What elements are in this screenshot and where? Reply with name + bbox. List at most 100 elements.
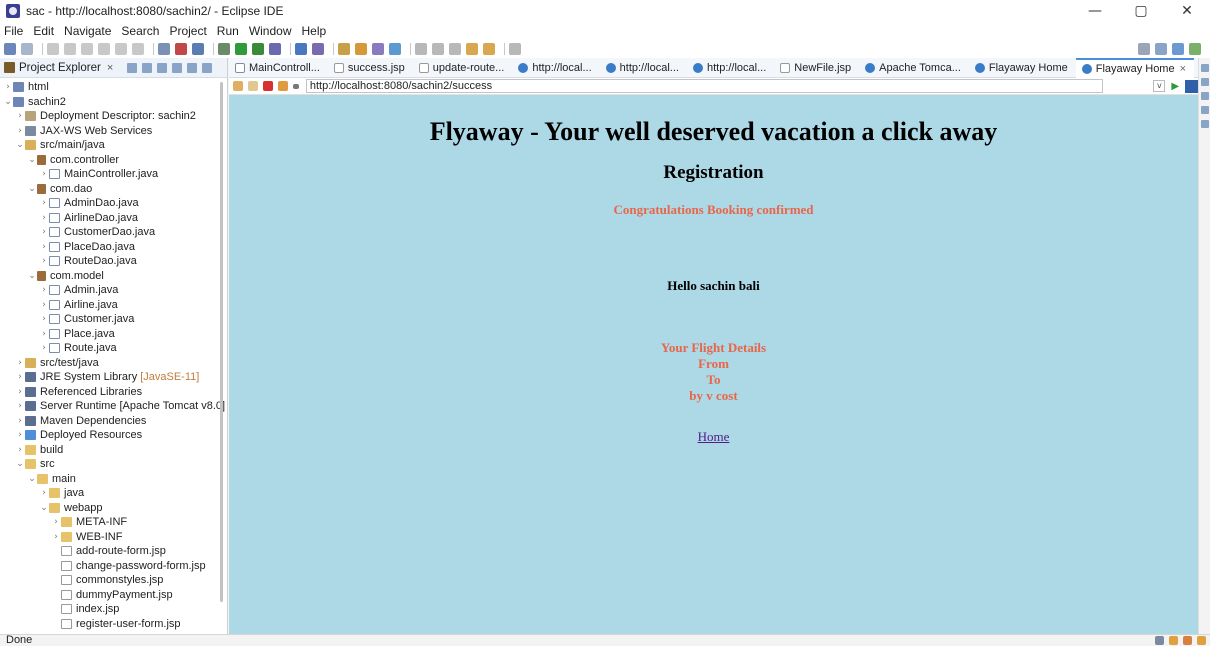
- menu-file[interactable]: File: [4, 24, 23, 38]
- editor-tab[interactable]: update-route...: [413, 58, 513, 78]
- editor-tab[interactable]: success.jsp: [328, 58, 413, 78]
- tree-item[interactable]: › WEB-INF: [0, 530, 227, 545]
- tree-item[interactable]: › html: [0, 80, 227, 95]
- chevron-down-icon[interactable]: ⌄: [15, 140, 25, 150]
- chevron-right-icon[interactable]: ›: [3, 82, 13, 92]
- tree-item[interactable]: › Airline.java: [0, 298, 227, 313]
- chevron-right-icon[interactable]: ›: [39, 285, 49, 295]
- tree-item[interactable]: › PlaceDao.java: [0, 240, 227, 255]
- chevron-right-icon[interactable]: ›: [51, 517, 61, 527]
- chevron-right-icon[interactable]: ›: [39, 343, 49, 353]
- chevron-right-icon[interactable]: ›: [39, 488, 49, 498]
- tree-scrollbar[interactable]: [220, 82, 223, 602]
- menu-window[interactable]: Window: [249, 24, 292, 38]
- tree-item[interactable]: › Referenced Libraries: [0, 385, 227, 400]
- annotation-icon[interactable]: [415, 43, 427, 55]
- search-icon[interactable]: [1138, 43, 1150, 55]
- chevron-down-icon[interactable]: [292, 83, 299, 89]
- tips-icon[interactable]: [1197, 636, 1206, 645]
- tree-item[interactable]: › src/test/java: [0, 356, 227, 371]
- home-link[interactable]: Home: [229, 429, 1198, 445]
- search-tool-icon[interactable]: [372, 43, 384, 55]
- progress-icon[interactable]: [1155, 636, 1164, 645]
- tree-item[interactable]: ⌄ com.dao: [0, 182, 227, 197]
- tree-item[interactable]: add-route-form.jsp: [0, 544, 227, 559]
- new-icon[interactable]: [4, 43, 16, 55]
- chevron-right-icon[interactable]: ›: [15, 445, 25, 455]
- chevron-right-icon[interactable]: ›: [15, 416, 25, 426]
- notification-icon[interactable]: [1169, 636, 1178, 645]
- menu-edit[interactable]: Edit: [33, 24, 54, 38]
- editor-tab[interactable]: NewFile.jsp: [774, 58, 859, 78]
- save-icon[interactable]: [21, 43, 33, 55]
- chevron-right-icon[interactable]: ›: [39, 169, 49, 179]
- chevron-right-icon[interactable]: ›: [39, 227, 49, 237]
- tree-item[interactable]: › Place.java: [0, 327, 227, 342]
- tree-item[interactable]: › Route.java: [0, 341, 227, 356]
- menu-project[interactable]: Project: [169, 24, 206, 38]
- skip-icon[interactable]: [47, 43, 59, 55]
- tree-item[interactable]: dummyPayment.jsp: [0, 588, 227, 603]
- tree-item[interactable]: › AdminDao.java: [0, 196, 227, 211]
- tree-item[interactable]: › java: [0, 486, 227, 501]
- back-icon[interactable]: [466, 43, 478, 55]
- java-ee-icon[interactable]: [1183, 636, 1192, 645]
- tree-item[interactable]: › AirlineDao.java: [0, 211, 227, 226]
- tree-item[interactable]: ⌄ src/main/java: [0, 138, 227, 153]
- stop-icon[interactable]: [262, 81, 273, 91]
- editor-tab[interactable]: http://local...: [687, 58, 774, 78]
- new-java-project-icon[interactable]: [295, 43, 307, 55]
- menu-run[interactable]: Run: [217, 24, 239, 38]
- tomcat-icon[interactable]: [175, 43, 187, 55]
- java-perspective-icon[interactable]: [1189, 43, 1201, 55]
- chevron-down-icon[interactable]: ⌄: [27, 155, 37, 165]
- chevron-right-icon[interactable]: ›: [15, 358, 25, 368]
- filter-icon[interactable]: [157, 62, 168, 73]
- terminate-icon[interactable]: [98, 43, 110, 55]
- chevron-right-icon[interactable]: ›: [51, 532, 61, 542]
- tree-item[interactable]: › RouteDao.java: [0, 254, 227, 269]
- go-icon[interactable]: ▶: [1171, 81, 1179, 92]
- chevron-down-icon[interactable]: ⌄: [3, 97, 13, 107]
- chevron-right-icon[interactable]: ›: [15, 387, 25, 397]
- back-icon[interactable]: [233, 81, 243, 91]
- view-menu-icon[interactable]: [172, 62, 183, 73]
- tree-item[interactable]: › build: [0, 443, 227, 458]
- open-perspective-icon[interactable]: [1155, 43, 1167, 55]
- collapse-all-icon[interactable]: [127, 62, 138, 73]
- url-input[interactable]: http://localhost:8080/sachin2/success: [305, 79, 1104, 93]
- refresh-icon[interactable]: [277, 81, 288, 91]
- forward-icon[interactable]: [247, 81, 258, 91]
- tree-item[interactable]: ⌄ sachin2: [0, 95, 227, 110]
- java-ee-perspective-icon[interactable]: [1172, 43, 1184, 55]
- chevron-down-icon[interactable]: ⌄: [15, 459, 25, 469]
- tree-item[interactable]: index.jsp: [0, 602, 227, 617]
- tree-item[interactable]: register-user-form.jsp: [0, 617, 227, 632]
- console-icon[interactable]: [1201, 106, 1209, 114]
- chevron-right-icon[interactable]: ›: [39, 329, 49, 339]
- chevron-right-icon[interactable]: ›: [15, 401, 25, 411]
- globe-icon[interactable]: [389, 43, 401, 55]
- new-package-icon[interactable]: [312, 43, 324, 55]
- step-into-icon[interactable]: [115, 43, 127, 55]
- open-type-icon[interactable]: [338, 43, 350, 55]
- url-history-dropdown[interactable]: v: [1153, 80, 1166, 92]
- link-editor-icon[interactable]: [142, 62, 153, 73]
- outline-icon[interactable]: [1201, 64, 1209, 72]
- tree-item[interactable]: › Server Runtime [Apache Tomcat v8.0]: [0, 399, 227, 414]
- maximize-view-icon[interactable]: [202, 62, 213, 73]
- tree-item[interactable]: › Customer.java: [0, 312, 227, 327]
- tree-item[interactable]: ⌄ main: [0, 472, 227, 487]
- tree-item[interactable]: › Admin.java: [0, 283, 227, 298]
- pin-icon[interactable]: [509, 43, 521, 55]
- chevron-right-icon[interactable]: ›: [39, 198, 49, 208]
- editor-tab[interactable]: Apache Tomca...: [859, 58, 969, 78]
- close-icon[interactable]: ×: [107, 62, 113, 74]
- window-icon[interactable]: [192, 43, 204, 55]
- menu-help[interactable]: Help: [302, 24, 327, 38]
- suspend-icon[interactable]: [81, 43, 93, 55]
- forward-icon[interactable]: [483, 43, 495, 55]
- task-list-icon[interactable]: [1201, 78, 1209, 86]
- open-folder-icon[interactable]: [355, 43, 367, 55]
- tree-item[interactable]: › CustomerDao.java: [0, 225, 227, 240]
